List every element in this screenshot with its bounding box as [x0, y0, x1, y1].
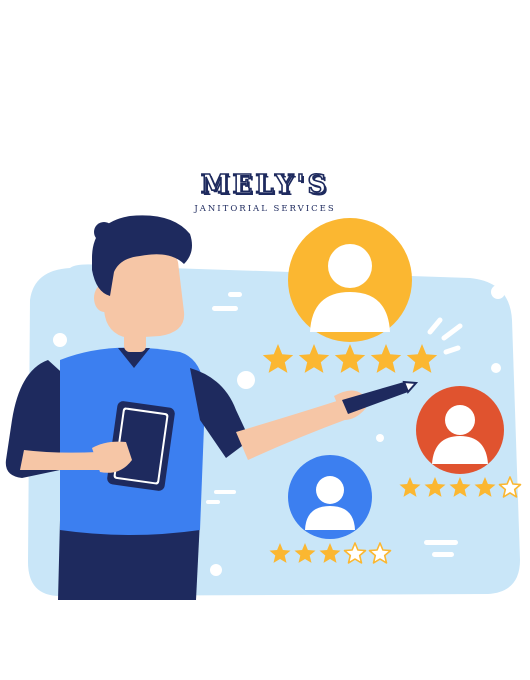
logo-tagline: JANITORIAL SERVICES — [194, 204, 336, 214]
review-scene — [5, 215, 522, 600]
company-logo: MELY'S JANITORIAL SERVICES — [190, 160, 340, 220]
logo-wordmark: MELY'S — [200, 169, 330, 201]
orange-avatar — [416, 386, 504, 474]
blue-avatar — [288, 455, 372, 539]
yellow-avatar — [288, 218, 412, 342]
illustration: MELY'S JANITORIAL SERVICES — [0, 0, 530, 680]
